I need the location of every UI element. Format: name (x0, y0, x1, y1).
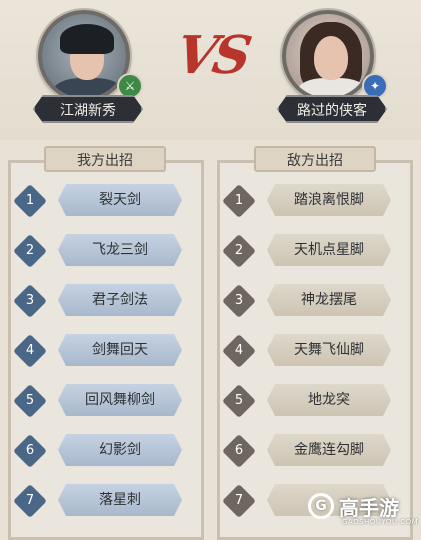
our-move-button[interactable]: 落星刺 (58, 484, 182, 516)
enemy-move-row[interactable]: 5 地龙突 (217, 384, 413, 418)
our-moves-list: 1 裂天剑 2 飞龙三剑 3 君子剑法 4 剑舞回天 5 回风舞柳剑 6 幻影剑 7 落星刺 (8, 184, 204, 534)
move-number-badge: 2 (222, 234, 256, 268)
our-move-button[interactable]: 幻影剑 (58, 434, 182, 466)
enemy-move-button[interactable]: 神龙摆尾 (267, 284, 391, 316)
opponent-face (314, 36, 348, 80)
enemy-move-row[interactable]: 6 金鹰连勾脚 (217, 434, 413, 468)
our-move-row[interactable]: 1 裂天剑 (8, 184, 204, 218)
our-moves-title: 我方出招 (44, 146, 166, 172)
enemy-move-row[interactable]: 1 踏浪离恨脚 (217, 184, 413, 218)
move-number-badge: 6 (13, 434, 47, 468)
move-number-badge: 7 (222, 484, 256, 518)
move-number-badge: 5 (222, 384, 256, 418)
our-move-button[interactable]: 回风舞柳剑 (58, 384, 182, 416)
enemy-moves-title: 敌方出招 (254, 146, 376, 172)
move-number-badge: 1 (222, 184, 256, 218)
enemy-move-row[interactable]: 3 神龙摆尾 (217, 284, 413, 318)
opponent-name: 路过的侠客 (277, 95, 387, 123)
enemy-move-button[interactable]: 地龙突 (267, 384, 391, 416)
move-number-badge: 7 (13, 484, 47, 518)
our-move-row[interactable]: 3 君子剑法 (8, 284, 204, 318)
our-move-row[interactable]: 5 回风舞柳剑 (8, 384, 204, 418)
opponent-avatar[interactable] (282, 10, 374, 102)
our-move-button[interactable]: 飞龙三剑 (58, 234, 182, 266)
our-move-button[interactable]: 剑舞回天 (58, 334, 182, 366)
brand-logo-icon: G (308, 493, 334, 519)
player-name: 江湖新秀 (33, 95, 143, 123)
our-move-row[interactable]: 7 落星刺 (8, 484, 204, 518)
move-number-badge: 5 (13, 384, 47, 418)
watermark-url: GAOSHOUYOU.COM (342, 518, 419, 526)
player-hair (60, 24, 114, 54)
enemy-move-button[interactable]: 金鹰连勾脚 (267, 434, 391, 466)
our-move-row[interactable]: 2 飞龙三剑 (8, 234, 204, 268)
move-number-badge: 1 (13, 184, 47, 218)
our-move-button[interactable]: 君子剑法 (58, 284, 182, 316)
move-number-badge: 4 (13, 334, 47, 368)
enemy-moves-list: 1 踏浪离恨脚 2 天机点星脚 3 神龙摆尾 4 天舞飞仙脚 5 地龙突 6 金鹰连勾脚 7 (217, 184, 413, 534)
our-move-button[interactable]: 裂天剑 (58, 184, 182, 216)
watermark: G 高手游 GAOSHOUYOU.COM (306, 490, 421, 533)
enemy-move-button[interactable]: 天舞飞仙脚 (267, 334, 391, 366)
move-number-badge: 3 (13, 284, 47, 318)
enemy-move-row[interactable]: 2 天机点星脚 (217, 234, 413, 268)
vs-label: VS (171, 25, 253, 86)
move-number-badge: 4 (222, 334, 256, 368)
move-number-badge: 6 (222, 434, 256, 468)
our-move-row[interactable]: 6 幻影剑 (8, 434, 204, 468)
enemy-move-button[interactable]: 踏浪离恨脚 (267, 184, 391, 216)
enemy-move-button[interactable]: 天机点星脚 (267, 234, 391, 266)
move-number-badge: 3 (222, 284, 256, 318)
move-number-badge: 2 (13, 234, 47, 268)
enemy-move-row[interactable]: 4 天舞飞仙脚 (217, 334, 413, 368)
watermark-brand: 高手游 (339, 496, 399, 520)
our-move-row[interactable]: 4 剑舞回天 (8, 334, 204, 368)
